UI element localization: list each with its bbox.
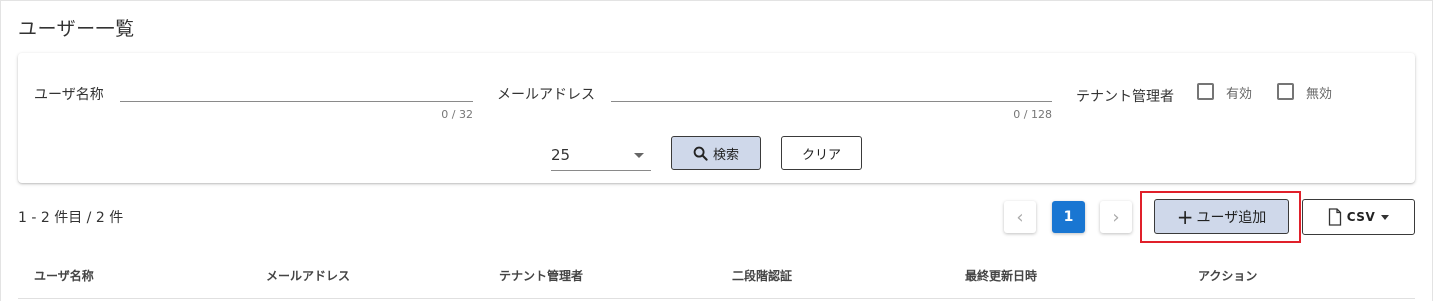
enabled-label: 有効	[1226, 87, 1253, 102]
page-size-select[interactable]: 25	[551, 146, 570, 164]
username-label: ユーザ名称	[34, 87, 104, 103]
plus-icon: +	[1176, 204, 1194, 229]
page-size-underline	[551, 170, 651, 171]
column-header-actions: アクション	[1198, 269, 1258, 283]
column-header-email[interactable]: メールアドレス	[266, 267, 350, 284]
search-button[interactable]: 検索	[671, 136, 761, 170]
disabled-label: 無効	[1306, 87, 1333, 102]
prev-page-button[interactable]: ‹	[1004, 201, 1036, 233]
chevron-right-icon: ›	[1112, 206, 1120, 228]
column-header-last-updated[interactable]: 最終更新日時	[965, 267, 1037, 284]
email-label: メールアドレス	[497, 87, 595, 103]
column-header-tenant-admin[interactable]: テナント管理者	[499, 267, 583, 284]
column-header-username[interactable]: ユーザ名称	[34, 267, 94, 284]
clear-button-label: クリア	[801, 147, 841, 163]
tenant-admin-label: テナント管理者	[1076, 89, 1174, 105]
enabled-checkbox[interactable]	[1197, 83, 1214, 100]
dropdown-arrow-icon[interactable]	[634, 153, 644, 158]
csv-button[interactable]: CSV	[1302, 199, 1415, 235]
add-user-button[interactable]: + ユーザ追加	[1154, 199, 1289, 234]
email-counter: 0 / 128	[1013, 108, 1052, 121]
search-button-label: 検索	[712, 147, 739, 163]
username-counter: 0 / 32	[441, 108, 473, 121]
username-input[interactable]	[120, 101, 473, 102]
column-header-two-factor[interactable]: 二段階認証	[732, 267, 792, 284]
file-icon	[1328, 208, 1341, 226]
email-input[interactable]	[611, 101, 1052, 102]
caret-down-icon	[1381, 214, 1390, 220]
table-header-divider	[18, 298, 1415, 299]
disabled-checkbox[interactable]	[1277, 83, 1294, 100]
result-count: 1 - 2 件目 / 2 件	[18, 210, 124, 226]
add-user-label: ユーザ追加	[1196, 209, 1267, 226]
chevron-left-icon: ‹	[1016, 206, 1024, 228]
page-number-button[interactable]: 1	[1052, 201, 1085, 233]
next-page-button[interactable]: ›	[1100, 201, 1132, 233]
csv-label: CSV	[1346, 210, 1376, 224]
search-icon	[693, 146, 708, 161]
page-title: ユーザー一覧	[18, 18, 135, 40]
clear-button[interactable]: クリア	[781, 136, 862, 170]
